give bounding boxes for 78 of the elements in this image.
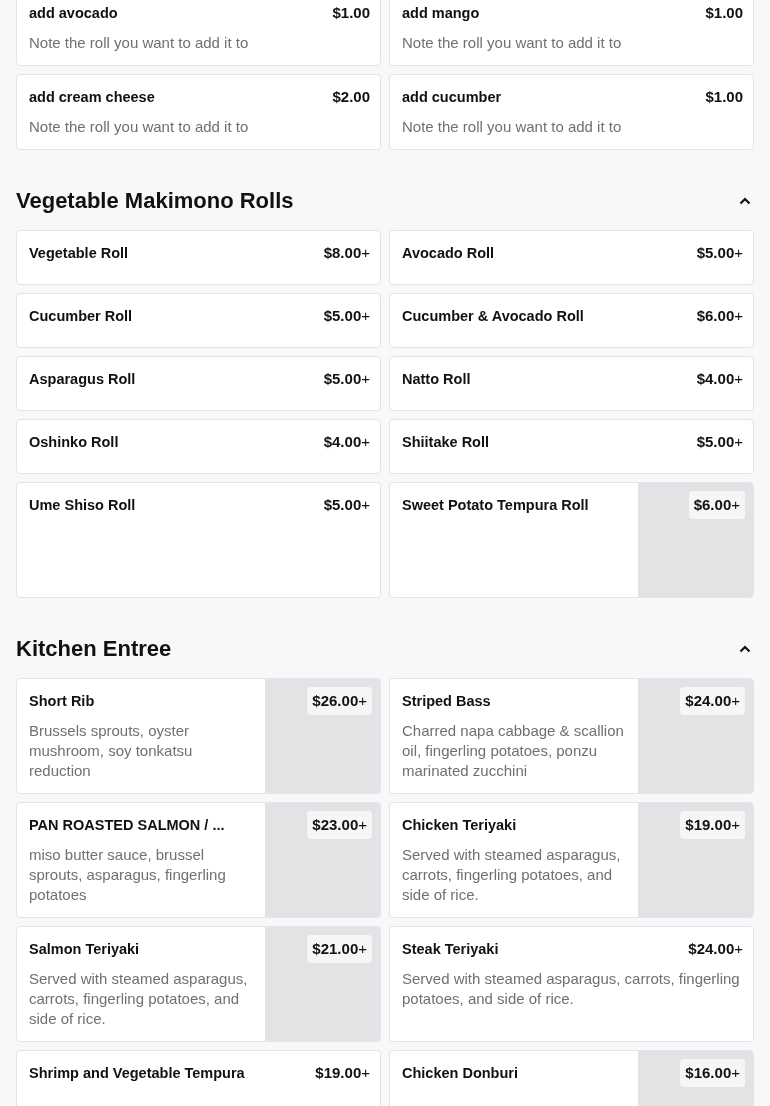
menu-item-card[interactable]: Cucumber & Avocado Roll $6.00+ bbox=[389, 293, 754, 348]
item-name: Natto Roll bbox=[402, 370, 471, 389]
item-price: $4.00+ bbox=[696, 369, 743, 389]
item-name: Chicken Teriyaki bbox=[402, 816, 517, 835]
item-name: Salmon Teriyaki bbox=[29, 940, 140, 959]
item-name: Shrimp and Vegetable Tempura bbox=[29, 1064, 245, 1083]
item-name: Oshinko Roll bbox=[29, 433, 119, 452]
item-description: Served with steamed asparagus, carrots, fingerling potatoes, and side of rice. bbox=[402, 969, 741, 1009]
menu-item-card[interactable]: PAN ROASTED SALMON / ... miso butter sauce, brussel sprouts, asparagus, fingerling potatoes $23.00+ bbox=[16, 802, 381, 918]
menu-item-card[interactable]: Oshinko Roll $4.00+ bbox=[16, 419, 381, 474]
item-price: $6.00+ bbox=[696, 306, 743, 326]
item-price: $5.00+ bbox=[323, 306, 370, 326]
item-price: $19.00+ bbox=[680, 811, 745, 839]
item-name: Cucumber Roll bbox=[29, 307, 133, 326]
item-price: $21.00+ bbox=[307, 935, 372, 963]
item-price: $19.00+ bbox=[315, 1063, 370, 1083]
item-price: $5.00+ bbox=[696, 243, 743, 263]
menu-item-card[interactable]: Shrimp and Vegetable Tempura $19.00+ bbox=[16, 1050, 381, 1106]
item-description: Served with steamed asparagus, carrots, fingerling potatoes, and side of rice. bbox=[29, 969, 249, 1029]
item-description: Served with steamed asparagus, carrots, fingerling potatoes, and side of rice. bbox=[402, 845, 622, 905]
item-name: PAN ROASTED SALMON / ... bbox=[29, 816, 225, 835]
item-name: Asparagus Roll bbox=[29, 370, 136, 389]
item-price: $1.00 bbox=[332, 3, 370, 23]
item-name: add avocado bbox=[29, 4, 118, 23]
menu-item-card[interactable]: Chicken Donburi $16.00+ bbox=[389, 1050, 754, 1106]
menu-item-card[interactable]: Vegetable Roll $8.00+ bbox=[16, 230, 381, 285]
item-description: Note the roll you want to add it to bbox=[29, 117, 250, 137]
item-price: $5.00+ bbox=[323, 495, 370, 515]
menu-item-card[interactable]: Sweet Potato Tempura Roll $6.00+ bbox=[389, 482, 754, 598]
item-price: $1.00 bbox=[705, 87, 743, 107]
item-name: Chicken Donburi bbox=[402, 1064, 518, 1083]
item-price: $8.00+ bbox=[323, 243, 370, 263]
item-name: add cream cheese bbox=[29, 88, 155, 107]
menu-item-card[interactable]: Asparagus Roll $5.00+ bbox=[16, 356, 381, 411]
item-name: Short Rib bbox=[29, 692, 95, 711]
menu-item-card[interactable]: Steak Teriyaki $24.00+ Served with steamed asparagus, carrots, fingerling potatoes, and side of rice. bbox=[389, 926, 754, 1042]
item-description: Brussels sprouts, oyster mushroom, soy tonkatsu reduction bbox=[29, 721, 194, 781]
menu-item-card[interactable]: add cream cheese $2.00 Note the roll you want to add it to bbox=[16, 74, 381, 150]
menu-item-card[interactable]: Ume Shiso Roll $5.00+ bbox=[16, 482, 381, 598]
item-name: Striped Bass bbox=[402, 692, 491, 711]
menu-item-card[interactable]: Shiitake Roll $5.00+ bbox=[389, 419, 754, 474]
item-price: $16.00+ bbox=[680, 1059, 745, 1087]
menu-item-card[interactable]: add cucumber $1.00 Note the roll you want to add it to bbox=[389, 74, 754, 150]
menu-item-card[interactable]: Striped Bass Charred napa cabbage & scallion oil, fingerling potatoes, ponzu marinated zucchini $24.00+ bbox=[389, 678, 754, 794]
item-price: $1.00 bbox=[705, 3, 743, 23]
item-description: Note the roll you want to add it to bbox=[402, 33, 623, 53]
item-name: Vegetable Roll bbox=[29, 244, 129, 263]
section-title: Vegetable Makimono Rolls bbox=[16, 188, 294, 214]
menu-item-card[interactable]: Chicken Teriyaki Served with steamed asparagus, carrots, fingerling potatoes, and side of rice. $19.00+ bbox=[389, 802, 754, 918]
menu-item-card[interactable]: add mango $1.00 Note the roll you want to add it to bbox=[389, 0, 754, 66]
item-price: $5.00+ bbox=[696, 432, 743, 452]
section-title: Kitchen Entree bbox=[16, 636, 172, 662]
item-name: Ume Shiso Roll bbox=[29, 496, 136, 515]
item-description: Note the roll you want to add it to bbox=[29, 33, 250, 53]
item-price: $26.00+ bbox=[307, 687, 372, 715]
item-description: Charred napa cabbage & scallion oil, fingerling potatoes, ponzu marinated zucchini bbox=[402, 721, 625, 781]
item-name: Steak Teriyaki bbox=[402, 940, 499, 959]
item-price: $24.00+ bbox=[688, 939, 743, 959]
item-name: Shiitake Roll bbox=[402, 433, 490, 452]
menu-item-card[interactable]: Avocado Roll $5.00+ bbox=[389, 230, 754, 285]
item-price: $4.00+ bbox=[323, 432, 370, 452]
item-name: Avocado Roll bbox=[402, 244, 495, 263]
item-name: Cucumber & Avocado Roll bbox=[402, 307, 584, 326]
menu-item-card[interactable]: add avocado $1.00 Note the roll you want to add it to bbox=[16, 0, 381, 66]
menu-item-card[interactable]: Short Rib Brussels sprouts, oyster mushroom, soy tonkatsu reduction $26.00+ bbox=[16, 678, 381, 794]
item-description: miso butter sauce, brussel sprouts, asparagus, fingerling potatoes bbox=[29, 845, 227, 905]
item-price: $5.00+ bbox=[323, 369, 370, 389]
item-name: add cucumber bbox=[402, 88, 502, 107]
menu-item-card[interactable]: Salmon Teriyaki Served with steamed asparagus, carrots, fingerling potatoes, and side of rice. $21.00+ bbox=[16, 926, 381, 1042]
item-name: add mango bbox=[402, 4, 480, 23]
item-price: $2.00 bbox=[332, 87, 370, 107]
menu-item-card[interactable]: Cucumber Roll $5.00+ bbox=[16, 293, 381, 348]
item-price: $6.00+ bbox=[688, 491, 745, 519]
item-price: $23.00+ bbox=[307, 811, 372, 839]
menu-item-card[interactable]: Natto Roll $4.00+ bbox=[389, 356, 754, 411]
item-price: $24.00+ bbox=[680, 687, 745, 715]
item-name: Sweet Potato Tempura Roll bbox=[402, 496, 589, 515]
item-description: Note the roll you want to add it to bbox=[402, 117, 623, 137]
